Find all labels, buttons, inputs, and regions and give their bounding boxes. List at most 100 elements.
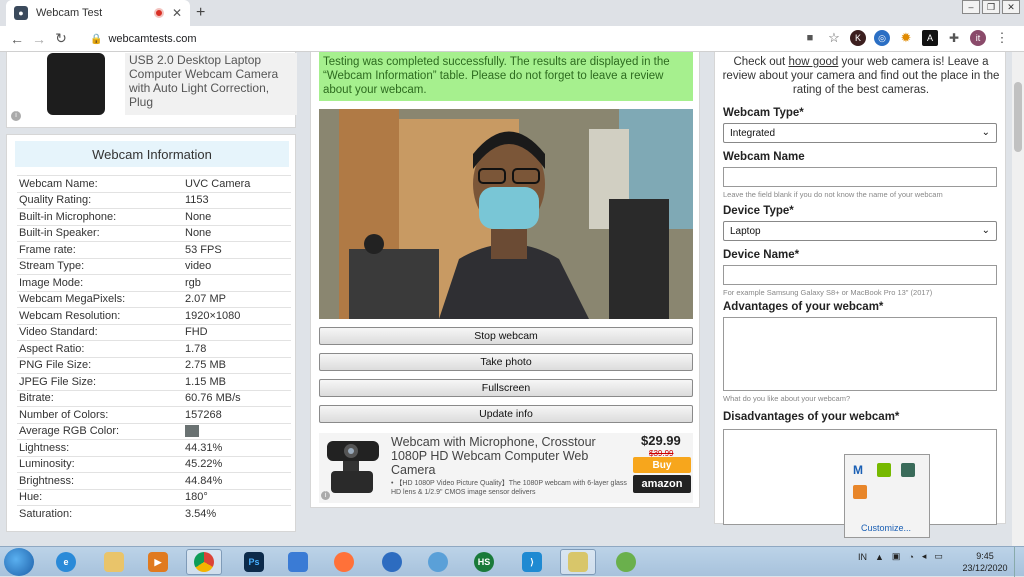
extension-globe-icon[interactable]: ◎ [874, 30, 890, 46]
malwarebytes-icon[interactable]: M [853, 463, 867, 477]
photoshop-icon[interactable]: Ps [236, 549, 272, 575]
menu-kebab-icon[interactable]: ⋮ [994, 30, 1010, 46]
folder-window-icon[interactable] [560, 549, 596, 575]
take-photo-button[interactable]: Take photo [319, 353, 693, 371]
system-clock[interactable]: 9:45 23/12/2020 [960, 550, 1010, 574]
customize-link[interactable]: Customize... [861, 523, 911, 533]
scrollbar-thumb[interactable] [1014, 82, 1022, 152]
minimize-icon[interactable]: – [962, 0, 980, 14]
info-row-value: UVC Camera [185, 177, 251, 190]
restore-icon[interactable]: ❐ [982, 0, 1000, 14]
firefox-icon[interactable] [326, 549, 362, 575]
system-tray: IN ▲ ▣ ◔ ◂ ▭ [858, 551, 943, 562]
lock-icon[interactable]: 🔒 [90, 34, 102, 45]
extension-a-icon[interactable]: A [922, 30, 938, 46]
webcam-name-input[interactable] [723, 167, 997, 187]
info-row-key: Built-in Microphone: [19, 210, 117, 223]
media-player-icon[interactable]: ▶ [140, 549, 176, 575]
battery-icon[interactable]: ▭ [934, 551, 943, 562]
info-row-value: 60.76 MB/s [185, 392, 241, 405]
info-row-key: Webcam MegaPixels: [19, 293, 126, 306]
info-row-key: Bitrate: [19, 392, 54, 405]
info-row-key: Frame rate: [19, 243, 76, 256]
video-frame-image [319, 109, 693, 319]
product-title[interactable]: Webcam with Microphone, Crosstour 1080P … [391, 435, 621, 477]
info-row-value: None [185, 210, 212, 223]
new-tab-icon[interactable]: + [196, 4, 205, 22]
browser-titlebar: ● Webcam Test ✕ + – ❐ ✕ [0, 0, 1024, 26]
info-row-key: Number of Colors: [19, 408, 109, 421]
volume-icon[interactable]: ◂ [922, 551, 927, 562]
network-app-icon[interactable] [280, 549, 316, 575]
tray-expand-icon[interactable]: ▲ [875, 552, 884, 562]
product-price: $29.99 [641, 433, 681, 448]
ad-text: USB 2.0 Desktop Laptop Computer Webcam C… [125, 53, 297, 115]
tray-overflow-popup: M Customize... [844, 454, 930, 538]
info-row-key: Saturation: [19, 507, 73, 520]
device-name-label: Device Name* [723, 249, 800, 261]
address-bar[interactable]: 🔒 webcamtests.com [88, 29, 828, 49]
info-row-value: 1.15 MB [185, 375, 226, 388]
webcam-information-title: Webcam Information [15, 141, 289, 167]
info-row: Video Standard: FHD [17, 323, 291, 341]
back-icon[interactable]: ← [6, 31, 28, 47]
nvidia-icon[interactable] [877, 463, 891, 477]
orange-app-icon[interactable] [853, 485, 867, 499]
product-ad[interactable]: Webcam with Microphone, Crosstour 1080P … [319, 433, 693, 503]
profile-avatar[interactable]: it [970, 30, 986, 46]
clock-date: 23/12/2020 [962, 563, 1008, 573]
extension-sun-icon[interactable]: ✹ [898, 30, 914, 46]
update-info-button[interactable]: Update info [319, 405, 693, 423]
info-row: Luminosity: 45.22% [17, 455, 291, 473]
hs-app-icon[interactable]: HS [466, 549, 502, 575]
camera-in-use-icon[interactable]: ■ [802, 30, 818, 46]
app-tray-icon[interactable] [901, 463, 915, 477]
device-type-select[interactable]: Laptop ⌄ [723, 221, 997, 241]
tab-webcam-test[interactable]: ● Webcam Test ✕ [6, 0, 190, 26]
advantages-textarea[interactable] [723, 317, 997, 391]
app-gear-icon[interactable] [420, 549, 456, 575]
bookmark-star-icon[interactable]: ☆ [826, 30, 842, 46]
start-button[interactable] [4, 548, 34, 576]
info-row-key: PNG File Size: [19, 359, 92, 372]
wifi-icon[interactable]: ◔ [908, 552, 913, 562]
ad-info-icon[interactable]: i [321, 491, 330, 500]
close-window-icon[interactable]: ✕ [1002, 0, 1020, 14]
tray-app-icon[interactable]: ▣ [892, 551, 901, 562]
ad-info-icon[interactable]: i [11, 111, 21, 121]
device-name-input[interactable] [723, 265, 997, 285]
fullscreen-button[interactable]: Fullscreen [319, 379, 693, 397]
product-description: • 【HD 1080P Video Picture Quality】The 10… [391, 480, 627, 496]
close-tab-icon[interactable]: ✕ [172, 6, 182, 20]
chrome-icon[interactable] [186, 549, 222, 575]
toolbar-icons: ■ ☆ K ◎ ✹ A ✚ it ⋮ [802, 30, 1010, 46]
reload-icon[interactable]: ↻ [50, 30, 72, 47]
info-row-key: Webcam Resolution: [19, 309, 121, 322]
page-scrollbar[interactable] [1012, 52, 1024, 546]
browser-toolbar: ← → ↻ 🔒 webcamtests.com ■ ☆ K ◎ ✹ A ✚ it… [0, 26, 1024, 52]
info-row-value: 1153 [185, 194, 209, 207]
stop-webcam-button[interactable]: Stop webcam [319, 327, 693, 345]
app-green-icon[interactable] [608, 549, 644, 575]
amazon-logo[interactable]: amazon [633, 475, 691, 493]
language-indicator[interactable]: IN [858, 552, 867, 562]
ad-banner-top[interactable]: USB 2.0 Desktop Laptop Computer Webcam C… [6, 52, 297, 128]
advantages-help: What do you like about your webcam? [723, 394, 851, 403]
info-row: PNG File Size: 2.75 MB [17, 356, 291, 374]
app-blue-icon[interactable] [374, 549, 410, 575]
extension-k-icon[interactable]: K [850, 30, 866, 46]
info-row-value: 2.75 MB [185, 359, 226, 372]
show-desktop-button[interactable] [1014, 547, 1024, 577]
forward-icon[interactable]: → [28, 31, 50, 47]
buy-button[interactable]: Buy [633, 457, 691, 473]
info-row-value: 53 FPS [185, 243, 222, 256]
how-good-link[interactable]: how good [788, 56, 838, 68]
tray-overflow-icons: M [853, 463, 917, 499]
internet-explorer-icon[interactable]: e [48, 549, 84, 575]
vscode-icon[interactable]: ⟩ [514, 549, 550, 575]
file-explorer-icon[interactable] [96, 549, 132, 575]
webcam-type-select[interactable]: Integrated ⌄ [723, 123, 997, 143]
extensions-puzzle-icon[interactable]: ✚ [946, 30, 962, 46]
info-row-key: Video Standard: [19, 326, 98, 339]
disadvantages-label: Disadvantages of your webcam* [723, 411, 900, 423]
